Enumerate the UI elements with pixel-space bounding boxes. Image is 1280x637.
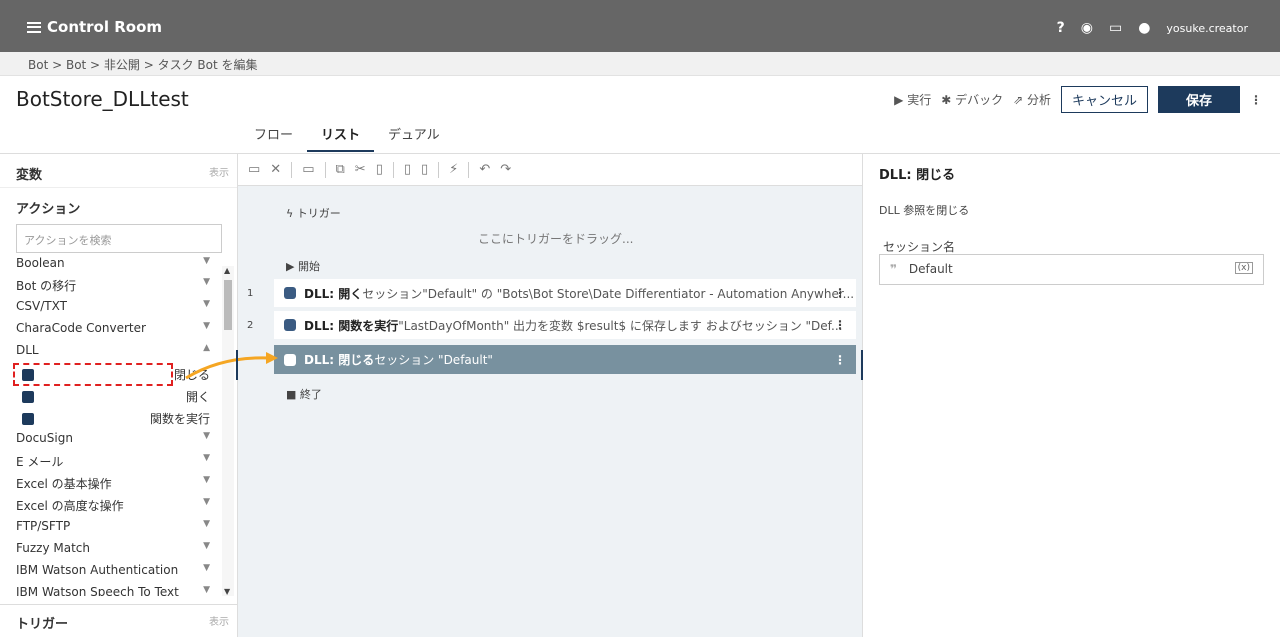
toggle-icon[interactable]: ⚡	[449, 162, 458, 177]
list-item[interactable]: E メール ▼	[0, 450, 222, 472]
action-list: Boolean ▼ Bot の移行 ▼ CSV/TXT ▼ CharaCode Con…	[0, 256, 222, 596]
copy-icon[interactable]: ⧉	[336, 162, 345, 177]
record-icon[interactable]: ▭	[248, 162, 260, 177]
globe-icon[interactable]: ◉	[1081, 20, 1093, 36]
triggers-title: トリガー	[16, 617, 69, 632]
dll-icon	[284, 319, 296, 331]
username[interactable]: yosuke.creator	[1166, 22, 1248, 35]
tab-flow[interactable]: フロー	[240, 124, 307, 152]
step-menu-icon[interactable]: ⋮	[834, 318, 846, 332]
triggers-section[interactable]: トリガー 表示	[0, 604, 237, 637]
page-title: BotStore_DLLtest	[16, 87, 189, 111]
insert-icon[interactable]: ▭	[302, 162, 314, 177]
step-number: 1	[247, 288, 254, 299]
properties-title: DLL: 閉じる	[879, 168, 956, 183]
list-item[interactable]: Boolean ▼	[0, 256, 222, 274]
session-label: セッション名	[883, 240, 956, 254]
editor-toolbar: ▭ ✕ ▭ ⧉ ✂ ▯ ▯ ▯ ⚡ ↶ ↷	[238, 154, 862, 186]
save-button[interactable]: 保存	[1157, 86, 1240, 113]
brand-label: Control Room	[47, 18, 163, 36]
properties-panel: DLL: 閉じる DLL 参照を閉じる セッション名 ❞ Default (x)	[864, 154, 1280, 637]
brand[interactable]: Control Room	[27, 18, 162, 36]
paste-icon[interactable]: ▯	[404, 162, 411, 177]
dll-icon	[284, 353, 296, 366]
list-item[interactable]: IBM Watson Speech To Text ▼	[0, 582, 222, 596]
right-marker	[861, 350, 863, 380]
left-marker	[236, 350, 238, 380]
variables-title: 変数	[16, 168, 43, 183]
list-item[interactable]: FTP/SFTP ▼	[0, 516, 222, 538]
step-row[interactable]: DLL: 関数を実行 "LastDayOfMonth" 出力を変数 $resul…	[274, 311, 856, 339]
end-label: ■ 終了	[286, 388, 322, 401]
action-search-input[interactable]: アクションを検索	[16, 224, 222, 253]
action-dll-run[interactable]: 関数を実行	[0, 406, 222, 428]
quote-icon: ❞	[890, 262, 898, 276]
left-panel: 変数 表示 アクション アクションを検索 Boolean ▼ Bot の移行 ▼ C…	[0, 154, 238, 637]
delete-icon[interactable]: ▯	[376, 162, 383, 177]
top-bar: Control Room ? ◉ ▭ ● yosuke.creator	[0, 0, 1280, 52]
cancel-button[interactable]: キャンセル	[1060, 86, 1148, 113]
list-item[interactable]: Bot の移行 ▼	[0, 274, 222, 296]
list-item[interactable]: Excel の基本操作 ▼	[0, 472, 222, 494]
disable-icon[interactable]: ✕	[270, 162, 281, 177]
dll-icon	[22, 390, 34, 403]
step-menu-icon[interactable]: ⋮	[834, 286, 846, 300]
actions-title: アクション	[16, 202, 81, 217]
cut-icon[interactable]: ✂	[355, 162, 366, 177]
step-row-selected[interactable]: DLL: 閉じる セッション "Default" ⋮	[274, 345, 856, 374]
variable-icon[interactable]: (x)	[1234, 262, 1253, 274]
analyze-button[interactable]: ⇗ 分析	[1013, 91, 1051, 108]
list-item[interactable]: Fuzzy Match ▼	[0, 538, 222, 560]
list-item[interactable]: CharaCode Converter ▼	[0, 318, 222, 340]
more-icon[interactable]: ⋮	[1250, 93, 1262, 107]
trigger-label: ϟ トリガー	[286, 207, 341, 220]
list-item[interactable]: Excel の高度な操作 ▼	[0, 494, 222, 516]
run-button[interactable]: ▶ 実行	[894, 91, 931, 108]
undo-icon[interactable]: ↶	[479, 162, 490, 177]
start-label: ▶ 開始	[286, 260, 320, 273]
list-item[interactable]: DocuSign ▼	[0, 428, 222, 450]
list-item[interactable]: IBM Watson Authentication ▼	[0, 560, 222, 582]
dll-icon	[284, 287, 296, 299]
variables-show[interactable]: 表示	[209, 164, 229, 187]
help-icon[interactable]: ?	[1057, 20, 1065, 36]
step-number: 2	[247, 320, 254, 331]
editor-panel: ▭ ✕ ▭ ⧉ ✂ ▯ ▯ ▯ ⚡ ↶ ↷ ϟ トリガー ここにトリガーをドラッ…	[185, 154, 863, 637]
list-item[interactable]: CSV/TXT ▼	[0, 296, 222, 318]
tab-dual[interactable]: デュアル	[374, 124, 454, 152]
debug-button[interactable]: ✱ デバック	[941, 91, 1003, 108]
properties-desc: DLL 参照を閉じる	[879, 204, 970, 217]
user-icon[interactable]: ●	[1138, 20, 1150, 36]
menu-icon[interactable]	[27, 21, 41, 33]
redo-icon[interactable]: ↷	[500, 162, 511, 177]
arrow-annotation	[185, 352, 278, 380]
action-dll-open[interactable]: 開く	[0, 384, 222, 406]
devices-icon[interactable]: ▭	[1109, 20, 1122, 36]
paste-special-icon[interactable]: ▯	[421, 162, 428, 177]
triggers-show[interactable]: 表示	[209, 613, 229, 637]
trigger-drop-zone[interactable]: ここにトリガーをドラッグ...	[478, 230, 633, 247]
scrollbar[interactable]: ▲ ▼	[222, 266, 234, 596]
step-menu-icon[interactable]: ⋮	[834, 353, 846, 367]
dll-icon	[22, 412, 34, 425]
session-input[interactable]: ❞ Default (x)	[879, 254, 1264, 285]
breadcrumb: Bot > Bot > 非公開 > タスク Bot を編集	[0, 52, 1280, 76]
tab-list[interactable]: リスト	[307, 124, 375, 152]
highlight-box	[13, 363, 173, 386]
step-row[interactable]: DLL: 開く セッション"Default" の "Bots\Bot Store…	[274, 279, 856, 307]
variables-section[interactable]: 変数 表示	[0, 154, 237, 188]
